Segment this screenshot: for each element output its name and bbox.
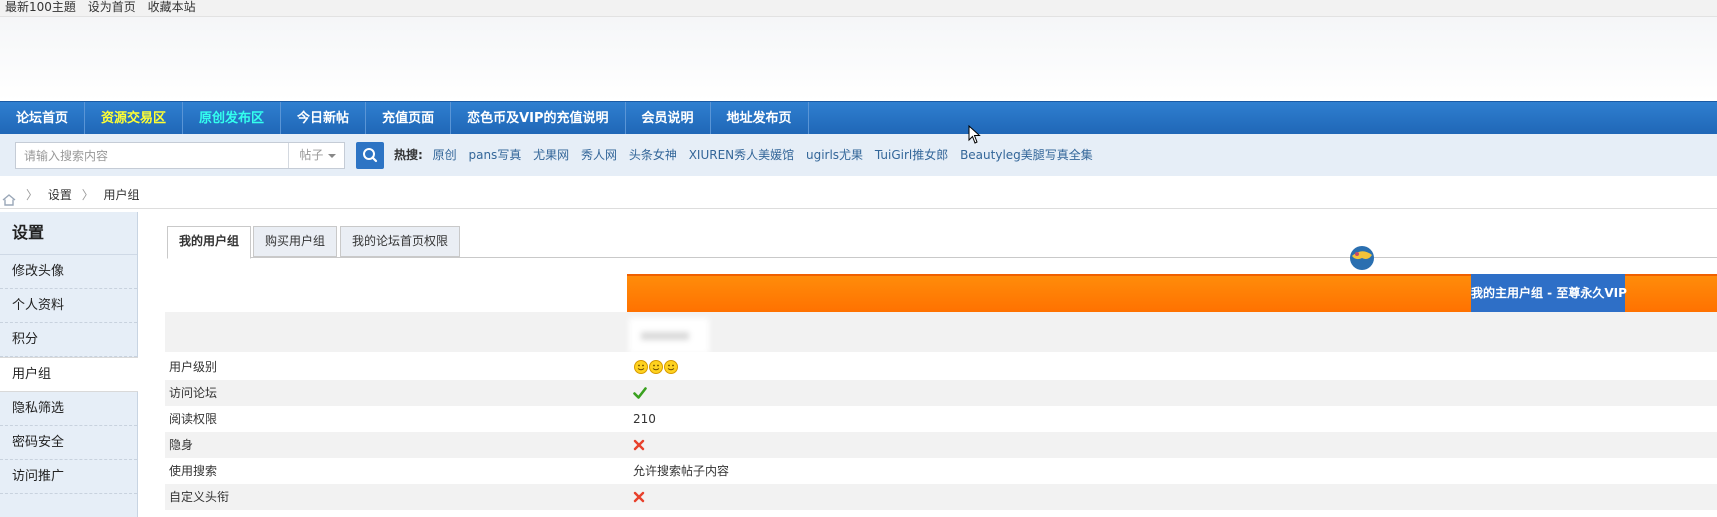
usergroup-tabs: 我的用户组 购买用户组 我的论坛首页权限: [167, 224, 1717, 259]
sidebar-title: 设置: [0, 212, 137, 255]
breadcrumb-separator: 〉: [81, 188, 94, 202]
set-homepage-link[interactable]: 设为首页: [88, 0, 136, 14]
permissions-table: 用户级别 访问论坛 阅读权限 210 隐身 使用搜索 允许搜索帖子内容 自定义头…: [165, 354, 1717, 510]
main-group-label: 我的主用户组 - 至尊永久VIP: [1471, 274, 1627, 312]
search-box: 帖子: [15, 142, 345, 169]
tab-forum-home-permissions[interactable]: 我的论坛首页权限: [340, 226, 461, 257]
nav-recharge[interactable]: 充值页面: [366, 102, 452, 135]
nav-forum-home[interactable]: 论坛首页: [0, 102, 86, 135]
row-value: 允许搜索帖子内容: [633, 464, 730, 478]
breadcrumb-settings[interactable]: 设置: [48, 188, 72, 202]
nav-resource-trading[interactable]: 资源交易区: [85, 102, 184, 135]
search-type-value: 帖子: [299, 148, 324, 162]
hot-keyword[interactable]: ugirls尤果: [806, 148, 863, 162]
top-utility-bar: 最新100主題 设为首页 收藏本站: [0, 0, 1717, 17]
breadcrumb-separator: 〉: [26, 188, 39, 202]
table-row: 阅读权限 210: [165, 406, 1717, 432]
search-button[interactable]: [356, 142, 384, 169]
settings-sidebar: 设置 修改头像 个人资料 积分 用户组 隐私筛选 密码安全 访问推广: [0, 212, 138, 517]
tab-buy-usergroup[interactable]: 购买用户组: [253, 226, 338, 257]
table-row: 访问论坛: [165, 380, 1717, 406]
table-row: 用户级别: [165, 354, 1717, 380]
smiley-rating-icon: [633, 359, 681, 375]
table-row: 使用搜索 允许搜索帖子内容: [165, 458, 1717, 484]
tab-my-usergroup[interactable]: 我的用户组: [167, 226, 252, 259]
sidebar-item-usergroup[interactable]: 用户组: [0, 357, 138, 392]
breadcrumb-usergroup: 用户组: [103, 188, 140, 202]
hot-keyword[interactable]: 秀人网: [581, 148, 617, 162]
nav-vip-recharge-info[interactable]: 恋色币及VIP的充值说明: [451, 102, 626, 135]
hot-keyword[interactable]: 头条女神: [629, 148, 677, 162]
search-icon: [363, 148, 378, 163]
hot-keyword[interactable]: Beautyleg美腿写真全集: [960, 148, 1093, 162]
hot-keyword[interactable]: XIUREN秀人美媛馆: [689, 148, 794, 162]
row-label: 阅读权限: [169, 412, 218, 426]
row-label: 用户级别: [169, 360, 218, 374]
table-row: 隐身: [165, 432, 1717, 458]
mouse-cursor-icon: [968, 124, 982, 148]
sidebar-item-avatar[interactable]: 修改头像: [0, 255, 137, 289]
group-name-row: [165, 312, 1717, 354]
hot-keyword[interactable]: 原创: [433, 148, 457, 162]
table-row: 自定义头衔: [165, 484, 1717, 510]
blurred-group-name: [629, 318, 709, 354]
bookmark-site-link[interactable]: 收藏本站: [148, 0, 196, 14]
hot-search: 热搜: 原创 pans写真 尤果网 秀人网 头条女神 XIUREN秀人美媛馆 u…: [394, 134, 1101, 176]
hot-keyword[interactable]: pans写真: [468, 148, 521, 162]
sidebar-item-profile[interactable]: 个人资料: [0, 289, 137, 323]
header-banner-area: [0, 17, 1717, 101]
hot-keyword[interactable]: TuiGirl推女郎: [875, 148, 948, 162]
sidebar-item-privacy[interactable]: 隐私筛选: [0, 392, 137, 426]
row-label: 使用搜索: [169, 464, 218, 478]
search-bar: 帖子 热搜: 原创 pans写真 尤果网 秀人网 头条女神 XIUREN秀人美媛…: [0, 134, 1717, 176]
row-label: 隐身: [169, 438, 194, 452]
sidebar-item-promotion[interactable]: 访问推广: [0, 460, 137, 494]
nav-today-posts[interactable]: 今日新帖: [281, 102, 367, 135]
hot-keyword[interactable]: 尤果网: [533, 148, 569, 162]
check-icon: [633, 386, 647, 400]
search-type-select[interactable]: 帖子: [288, 143, 344, 168]
row-label: 自定义头衔: [169, 490, 230, 504]
chevron-down-icon: [328, 154, 336, 158]
breadcrumb: 〉 设置 〉 用户组: [0, 182, 1717, 209]
nav-member-info[interactable]: 会员说明: [626, 102, 711, 135]
sidebar-item-password[interactable]: 密码安全: [0, 426, 137, 460]
sidebar-item-credits[interactable]: 积分: [0, 323, 137, 357]
search-input[interactable]: [16, 143, 289, 168]
nav-original-publish[interactable]: 原创发布区: [183, 102, 282, 135]
cross-icon: [633, 439, 645, 451]
nav-address-page[interactable]: 地址发布页: [711, 102, 809, 135]
row-value: 210: [633, 412, 656, 426]
main-nav: 论坛首页 资源交易区 原创发布区 今日新帖 充值页面 恋色币及VIP的充值说明 …: [0, 101, 1717, 135]
latest-topics-link[interactable]: 最新100主題: [5, 0, 76, 14]
group-badge-icon: [1348, 243, 1376, 274]
cross-icon: [633, 491, 645, 503]
hot-search-label: 热搜:: [394, 148, 423, 162]
row-label: 访问论坛: [169, 386, 218, 400]
